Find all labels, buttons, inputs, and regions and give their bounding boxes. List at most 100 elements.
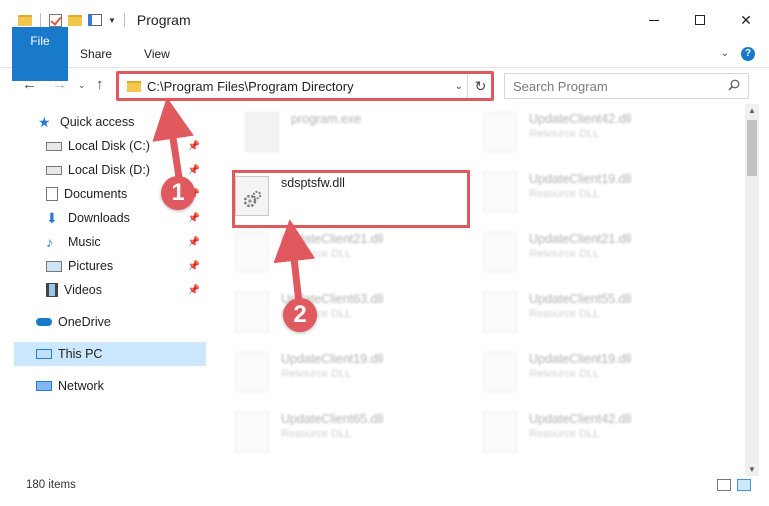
file-item[interactable]: UpdateClient19.dll Resource DLL [215, 344, 445, 398]
pin-icon[interactable]: 📌 [188, 141, 200, 152]
ribbon-help: ⌄ ? [721, 46, 755, 61]
documents-icon [46, 187, 58, 201]
pin-icon[interactable]: 📌 [188, 285, 200, 296]
file-item[interactable]: UpdateClient21.dll Resource DLL [215, 224, 445, 278]
scrollbar-thumb[interactable] [747, 120, 757, 176]
folder-icon [127, 80, 141, 92]
search-box[interactable] [504, 73, 749, 99]
sidebar-item-label: Pictures [68, 259, 114, 273]
step-2-badge: 2 [283, 298, 317, 332]
tab-share[interactable]: Share [64, 40, 128, 68]
file-item[interactable]: UpdateClient42.dll Resource DLL [463, 104, 693, 158]
maximize-button[interactable] [677, 0, 723, 40]
sidebar-item-label: This PC [58, 347, 103, 361]
pin-icon[interactable]: 📌 [188, 261, 200, 272]
address-dropdown-icon[interactable]: ⌄ [455, 81, 463, 92]
forward-arrow-icon[interactable]: → [52, 76, 67, 93]
file-item[interactable]: program.exe [225, 104, 455, 158]
item-count: 180 items [26, 479, 76, 491]
large-icons-view-icon[interactable] [737, 479, 751, 491]
sidebar-item-network[interactable]: Network [0, 374, 206, 398]
maximize-icon [695, 15, 705, 25]
exe-file-icon [245, 112, 279, 152]
window-controls: ✕ [631, 0, 769, 40]
file-item[interactable]: UpdateClient55.dll Resource DLL [463, 284, 693, 338]
dll-file-icon [235, 232, 269, 272]
tab-view[interactable]: View [128, 40, 186, 68]
recent-locations-icon[interactable]: ⌄ [78, 80, 86, 91]
sidebar-item-label: Local Disk (D:) [68, 163, 150, 177]
file-description: Resource DLL [281, 368, 352, 380]
sidebar-item-music[interactable]: ♪ Music 📌 [0, 230, 206, 254]
file-description: Resource DLL [529, 188, 600, 200]
network-icon [36, 381, 52, 391]
sidebar-item-label: Documents [64, 187, 128, 201]
divider [123, 13, 125, 27]
sidebar-item-label: Videos [64, 283, 102, 297]
dll-file-icon [483, 112, 517, 152]
close-icon: ✕ [740, 11, 752, 28]
back-arrow-icon[interactable]: ← [22, 76, 37, 93]
file-name: UpdateClient65.dll [281, 412, 384, 426]
new-folder-icon[interactable] [68, 14, 82, 26]
scroll-up-icon[interactable]: ▲ [748, 106, 756, 115]
dll-file-icon [235, 292, 269, 332]
file-description: Resource DLL [529, 368, 600, 380]
quick-access-toolbar: ▼ [0, 13, 127, 27]
sidebar-item-this-pc[interactable]: This PC [14, 342, 206, 366]
help-icon[interactable]: ? [741, 46, 755, 61]
sidebar-item-pictures[interactable]: Pictures 📌 [0, 254, 206, 278]
customize-dropdown-icon[interactable]: ▼ [108, 16, 116, 25]
file-item[interactable]: UpdateClient21.dll Resource DLL [463, 224, 693, 278]
expand-ribbon-icon[interactable]: ⌄ [721, 48, 729, 59]
up-arrow-icon[interactable]: ↑ [96, 76, 104, 93]
search-icon [728, 79, 740, 91]
pictures-icon [46, 260, 62, 272]
file-description: Resource DLL [529, 428, 600, 440]
pin-icon[interactable]: 📌 [188, 237, 200, 248]
downloads-icon: ⬇ [46, 210, 58, 226]
sidebar-item-quick-access[interactable]: ★ Quick access [0, 110, 206, 134]
folder-icon [18, 14, 32, 26]
file-description: Resource DLL [529, 128, 600, 140]
close-button[interactable]: ✕ [723, 0, 769, 40]
pin-icon[interactable]: 📌 [188, 213, 200, 224]
ribbon: File Home Share View ⌄ ? [0, 26, 769, 81]
drive-icon [46, 165, 62, 175]
vertical-scrollbar[interactable]: ▲ ▼ [745, 104, 759, 476]
dll-file-icon [235, 412, 269, 452]
title-bar: ▼ Program ✕ [0, 0, 769, 40]
dll-file-icon [235, 352, 269, 392]
file-name: UpdateClient19.dll [281, 352, 384, 366]
minimize-button[interactable] [631, 0, 677, 40]
properties-icon[interactable] [88, 14, 102, 26]
sidebar-item-label: Network [58, 379, 104, 393]
pin-icon[interactable]: 📌 [188, 165, 200, 176]
file-description: Resource DLL [281, 428, 352, 440]
sidebar-item-label: Downloads [68, 211, 130, 225]
file-name: program.exe [291, 112, 362, 126]
sidebar-item-videos[interactable]: Videos 📌 [0, 278, 206, 302]
file-item[interactable]: UpdateClient63.dll Resource DLL [215, 284, 445, 338]
onedrive-cloud-icon [36, 318, 52, 326]
file-item[interactable]: UpdateClient65.dll Resource DLL [215, 404, 445, 458]
file-highlight-box [232, 170, 470, 228]
sidebar-item-local-disk-c[interactable]: Local Disk (C:) 📌 [0, 134, 206, 158]
scroll-down-icon[interactable]: ▼ [748, 465, 756, 474]
details-view-icon[interactable] [717, 479, 731, 491]
file-item[interactable]: UpdateClient42.dll Resource DLL [463, 404, 693, 458]
file-item[interactable]: UpdateClient19.dll Resource DLL [463, 344, 693, 398]
properties-check-icon[interactable] [49, 13, 62, 27]
search-input[interactable] [513, 78, 713, 94]
sidebar-item-onedrive[interactable]: OneDrive [0, 310, 206, 334]
address-path[interactable]: C:\Program Files\Program Directory [147, 79, 354, 94]
file-name: UpdateClient42.dll [529, 112, 632, 126]
window-title: Program [136, 12, 191, 28]
file-item[interactable]: UpdateClient19.dll Resource DLL [463, 164, 693, 218]
view-toggle [717, 479, 751, 491]
file-description: Resource DLL [529, 248, 600, 260]
file-name: UpdateClient21.dll [529, 232, 632, 246]
dll-file-icon [483, 232, 517, 272]
address-bar[interactable]: C:\Program Files\Program Directory ⌄ ↻ [118, 73, 494, 99]
refresh-icon[interactable]: ↻ [467, 74, 493, 98]
